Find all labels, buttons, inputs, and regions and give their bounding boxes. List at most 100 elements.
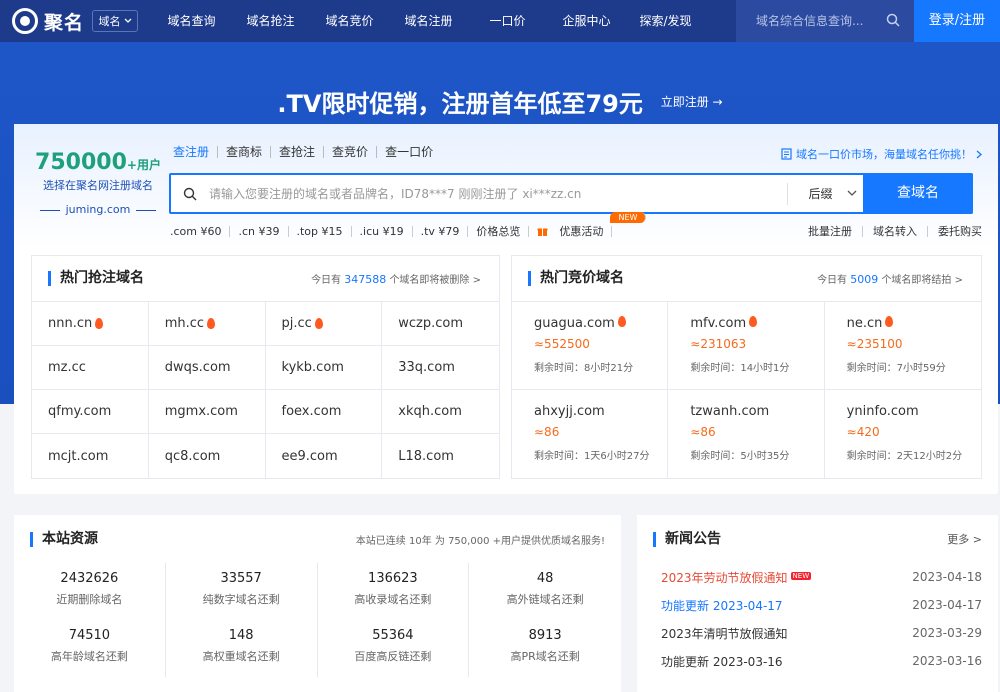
domain-name: ahxyjj.com: [534, 404, 605, 419]
tab-check-trademark[interactable]: 查商标: [226, 146, 272, 158]
news-title-link[interactable]: 2023年清明节放假通知: [661, 625, 788, 642]
auction-domain-item[interactable]: ahxyjj.com ≈86 剩余时间：1天6小时27分: [512, 390, 669, 478]
snipe-domain-item[interactable]: L18.com: [382, 434, 499, 478]
resource-stat[interactable]: 136623 高收录域名还剩: [318, 563, 470, 620]
search-domain-button[interactable]: 查域名: [863, 173, 973, 214]
domain-name: guagua.com: [534, 316, 615, 331]
price-overview[interactable]: 价格总览: [468, 226, 530, 237]
stat-label: 近期删除域名: [56, 593, 123, 606]
event-label: 优惠活动: [551, 226, 613, 237]
auction-domain-item[interactable]: yninfo.com ≈420 剩余时间：2天12小时2分: [825, 390, 981, 478]
domain-name-row: guagua.com: [534, 316, 667, 331]
remaining-time: 剩余时间：1天6小时27分: [534, 451, 650, 462]
domain-price: ≈86: [690, 425, 716, 439]
panel-title: 热门抢注域名: [48, 271, 144, 286]
price-com[interactable]: .com ¥60: [170, 226, 231, 237]
bulk-register-link[interactable]: 批量注册: [798, 226, 863, 237]
search-icon[interactable]: [886, 13, 900, 27]
nav-domain-select[interactable]: 域名: [92, 10, 138, 32]
price-icu[interactable]: .icu ¥19: [352, 226, 413, 237]
domain-name: mh.cc: [164, 316, 205, 331]
snipe-domain-item[interactable]: foex.com: [265, 390, 383, 434]
resources-header: 本站资源 本站已连续 10年 为 750,000 +用户提供优质域名服务!: [14, 515, 621, 563]
domain-name: qc8.com: [164, 448, 221, 464]
auction-domain-item[interactable]: tzwanh.com ≈86 剩余时间：5小时35分: [668, 390, 825, 478]
domain-name: yninfo.com: [846, 404, 919, 419]
snipe-domain-item[interactable]: pj.cc: [265, 302, 383, 346]
panel-title: 热门竞价域名: [528, 271, 624, 286]
news-item[interactable]: 2023年清明节放假通知 2023-03-29: [661, 619, 982, 647]
resource-stat[interactable]: 55364 百度高反链还剩: [318, 620, 470, 677]
snipe-domain-item[interactable]: mcjt.com: [32, 434, 149, 478]
flame-icon: [207, 318, 216, 329]
snipe-domain-item[interactable]: mgmx.com: [148, 390, 266, 434]
resource-stat[interactable]: 2432626 近期删除域名: [14, 563, 166, 620]
auction-domain-grid: guagua.com ≈552500 剩余时间：8小时21分 mfv.com ≈2310…: [512, 302, 981, 478]
nav-item-fixed-price[interactable]: 一口价: [468, 0, 547, 42]
commission-buy-link[interactable]: 委托购买: [928, 226, 982, 237]
snipe-domain-item[interactable]: xkqh.com: [382, 390, 499, 434]
price-top[interactable]: .top ¥15: [289, 226, 352, 237]
price-tv[interactable]: .tv ¥79: [413, 226, 469, 237]
snipe-domain-item[interactable]: qc8.com: [149, 434, 266, 478]
stat-label: 纯数字域名还剩: [202, 593, 280, 606]
resource-stat[interactable]: 8913 高PR域名还剩: [469, 620, 621, 677]
price-cn[interactable]: .cn ¥39: [230, 226, 289, 237]
domain-search-input[interactable]: [209, 186, 787, 201]
resource-stat[interactable]: 33557 纯数字域名还剩: [166, 563, 318, 620]
snipe-domain-item[interactable]: kykb.com: [265, 346, 383, 390]
hot-auction-panel: 热门竞价域名 今日有 5009 个域名即将结拍 > guagua.com ≈552…: [511, 255, 982, 479]
domain-name: foex.com: [281, 404, 342, 419]
nav-item-domain-register[interactable]: 域名注册: [389, 0, 468, 42]
snipe-domain-item[interactable]: ee9.com: [266, 434, 383, 478]
snipe-domain-item[interactable]: nnn.cn: [32, 302, 149, 346]
domain-name: nnn.cn: [48, 316, 93, 331]
stat-value: 8913: [528, 628, 562, 643]
domain-transfer-link[interactable]: 域名转入: [863, 226, 928, 237]
news-item[interactable]: 2023年劳动节放假通知 NEW 2023-04-18: [661, 563, 982, 591]
chevron-down-icon: [124, 18, 131, 23]
news-more-link[interactable]: 更多 >: [947, 531, 982, 547]
snipe-domain-item[interactable]: wczp.com: [382, 302, 499, 346]
event-link[interactable]: 优惠活动 NEW: [529, 212, 647, 237]
auction-domain-item[interactable]: guagua.com ≈552500 剩余时间：8小时21分: [512, 302, 669, 390]
resource-stat[interactable]: 148 高权重域名还剩: [166, 620, 318, 677]
nav-item-domain-auction[interactable]: 域名竞价: [310, 0, 389, 42]
tab-check-snipe[interactable]: 查抢注: [279, 146, 325, 158]
snipe-domain-item[interactable]: mh.cc: [148, 302, 266, 346]
snipe-domain-item[interactable]: qfmy.com: [32, 390, 149, 434]
market-link[interactable]: 域名一口价市场，海量域名任你挑！: [781, 146, 982, 162]
nav-search: [736, 0, 914, 42]
nav-search-input[interactable]: [756, 14, 876, 28]
nav-item-domain-snipe[interactable]: 域名抢注: [231, 0, 310, 42]
chevron-right-icon: [976, 150, 982, 158]
remaining-time: 剩余时间：8小时21分: [534, 363, 634, 374]
news-item[interactable]: 功能更新 2023-03-16 2023-03-16: [661, 647, 982, 675]
news-title-link[interactable]: 2023年劳动节放假通知 NEW: [661, 569, 812, 586]
resource-stat[interactable]: 74510 高年龄域名还剩: [14, 620, 166, 677]
nav-item-explore[interactable]: 探索/发现: [626, 0, 705, 42]
nav-item-enterprise[interactable]: 企服中心: [547, 0, 626, 42]
login-button[interactable]: 登录/注册: [914, 0, 1000, 42]
stat-value: 148: [228, 628, 254, 643]
snipe-domain-item[interactable]: dwqs.com: [148, 346, 266, 390]
tab-check-register[interactable]: 查注册: [173, 146, 219, 158]
auction-info-link[interactable]: 今日有 5009 个域名即将结拍 >: [817, 271, 963, 286]
tab-check-auction[interactable]: 查竞价: [332, 146, 378, 158]
snipe-domain-item[interactable]: mz.cc: [32, 346, 149, 390]
domain-name: pj.cc: [281, 316, 312, 331]
snipe-domain-grid: nnn.cn mh.cc pj.cc wczp.com mz.cc dwqs.com kyk…: [32, 302, 499, 478]
logo[interactable]: 聚名: [0, 8, 92, 35]
chevron-down-icon: [847, 190, 856, 196]
news-item[interactable]: 功能更新 2023-04-17 2023-04-17: [661, 591, 982, 619]
resource-stat[interactable]: 48 高外链域名还剩: [469, 563, 621, 620]
tab-check-fixed-price[interactable]: 查一口价: [385, 146, 441, 158]
auction-domain-item[interactable]: ne.cn ≈235100 剩余时间：7小时59分: [824, 302, 981, 390]
auction-domain-item[interactable]: mfv.com ≈231063 剩余时间：14小时1分: [668, 302, 825, 390]
nav-item-domain-query[interactable]: 域名查询: [152, 0, 231, 42]
banner-cta-link[interactable]: 立即注册 →: [661, 95, 723, 109]
snipe-info-link[interactable]: 今日有 347588 个域名即将被删除 >: [311, 271, 481, 286]
news-title-link[interactable]: 功能更新 2023-03-16: [661, 653, 783, 670]
news-title-link[interactable]: 功能更新 2023-04-17: [661, 597, 783, 614]
snipe-domain-item[interactable]: 33q.com: [382, 346, 499, 390]
